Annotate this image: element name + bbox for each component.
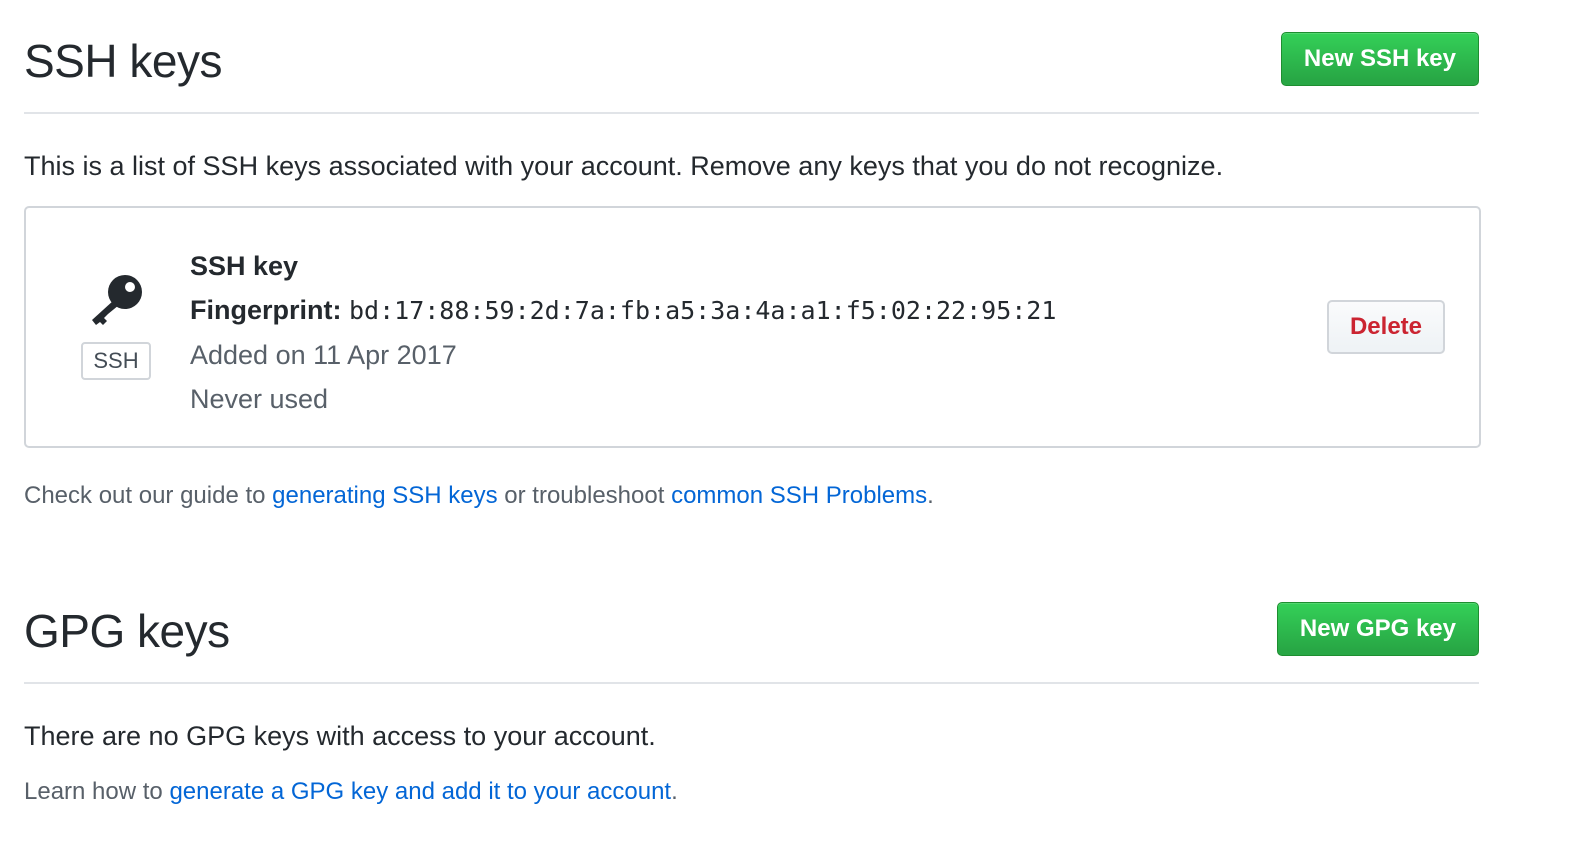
key-fingerprint: Fingerprint: bd:17:88:59:2d:7a:fb:a5:3a:… bbox=[190, 288, 1056, 333]
ssh-badge: SSH bbox=[81, 342, 151, 381]
key-added-date: Added on 11 Apr 2017 bbox=[190, 340, 457, 370]
ssh-help-middle: or troubleshoot bbox=[497, 482, 672, 509]
new-ssh-key-button[interactable]: New SSH key bbox=[1280, 32, 1479, 86]
key-details: SSH key Fingerprint: bd:17:88:59:2d:7a:f… bbox=[190, 244, 1056, 421]
gpg-help-prefix: Learn how to bbox=[24, 778, 170, 805]
ssh-section-title: SSH keys bbox=[24, 35, 222, 87]
gpg-help-suffix: . bbox=[671, 778, 678, 805]
key-icon bbox=[92, 275, 142, 325]
gpg-section-title: GPG keys bbox=[24, 605, 230, 657]
gpg-help-text: Learn how to generate a GPG key and add … bbox=[24, 778, 678, 807]
gpg-empty-message: There are no GPG keys with access to you… bbox=[24, 721, 656, 751]
ssh-help-prefix: Check out our guide to bbox=[24, 482, 273, 509]
delete-key-button[interactable]: Delete bbox=[1327, 300, 1445, 354]
fingerprint-label: Fingerprint: bbox=[190, 295, 342, 325]
generate-gpg-key-link[interactable]: generate a GPG key and add it to your ac… bbox=[169, 778, 671, 805]
key-type-indicator: SSH bbox=[78, 272, 154, 381]
fingerprint-value: bd:17:88:59:2d:7a:fb:a5:3a:4a:a1:f5:02:2… bbox=[349, 296, 1057, 325]
key-title: SSH key bbox=[190, 251, 299, 281]
ssh-gpg-settings-page: SSH keys New SSH key This is a list of S… bbox=[0, 0, 1584, 866]
generating-ssh-keys-link[interactable]: generating SSH keys bbox=[272, 482, 497, 509]
ssh-section-header: SSH keys New SSH key bbox=[24, 32, 1479, 114]
ssh-help-suffix: . bbox=[927, 482, 934, 509]
ssh-help-text: Check out our guide to generating SSH ke… bbox=[24, 482, 934, 511]
gpg-section-header: GPG keys New GPG key bbox=[24, 602, 1479, 684]
ssh-key-item: SSH SSH key Fingerprint: bd:17:88:59:2d:… bbox=[24, 206, 1481, 448]
key-usage-status: Never used bbox=[190, 384, 329, 414]
ssh-description: This is a list of SSH keys associated wi… bbox=[24, 151, 1224, 181]
common-ssh-problems-link[interactable]: common SSH Problems bbox=[671, 482, 927, 509]
new-gpg-key-button[interactable]: New GPG key bbox=[1276, 602, 1479, 656]
